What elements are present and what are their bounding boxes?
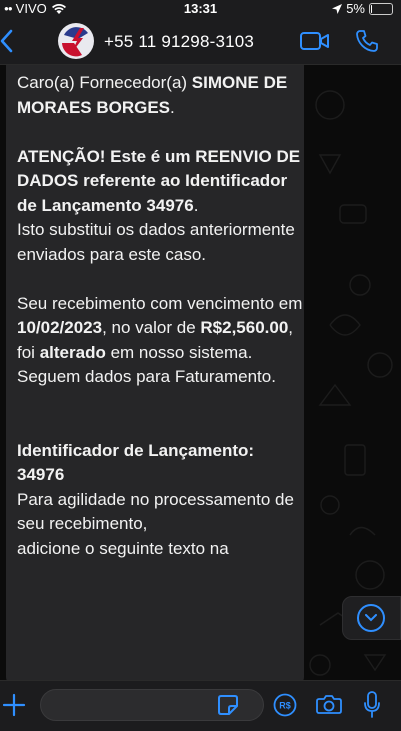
id-paragraph: Identificador de Lançamento: 34976 Para … xyxy=(17,439,304,562)
changed-word: alterado xyxy=(39,342,106,362)
alert-end: . xyxy=(193,195,199,215)
avatar-logo-icon xyxy=(59,24,93,58)
id-value: 34976 xyxy=(17,465,65,484)
composer-bar: R$ xyxy=(0,680,401,731)
greeting-text: Caro(a) Fornecedor(a) xyxy=(17,73,188,92)
avatar[interactable] xyxy=(58,23,94,59)
battery-percent: 5% xyxy=(346,1,365,16)
svg-text:R$: R$ xyxy=(279,701,291,711)
alert-paragraph: ATENÇÃO! Este é um REENVIO DE DADOS refe… xyxy=(17,145,304,268)
microphone-icon[interactable] xyxy=(363,691,381,719)
due-prefix: Seu recebimento com vencimento em xyxy=(17,293,303,313)
back-icon[interactable] xyxy=(0,28,16,54)
agility-text: Para agilidade no processamento de seu r… xyxy=(17,489,294,534)
followup-text: Seguem dados para Faturamento. xyxy=(17,367,276,386)
status-bar: ●● VIVO 13:31 5% xyxy=(0,0,401,18)
message-bubble[interactable]: Caro(a) Fornecedor(a) SIMONE DE MORAES B… xyxy=(6,65,304,680)
chat-area[interactable]: Caro(a) Fornecedor(a) SIMONE DE MORAES B… xyxy=(0,65,401,680)
changed-suffix: em nosso sistema. xyxy=(105,342,253,362)
due-paragraph: Seu recebimento com vencimento em 10/02/… xyxy=(17,292,304,390)
contact-name[interactable]: +55 11 91298-3103 xyxy=(104,32,254,52)
camera-icon[interactable] xyxy=(316,693,342,715)
battery-icon xyxy=(369,2,393,15)
status-right: 5% xyxy=(332,1,393,16)
chat-header: +55 11 91298-3103 xyxy=(0,18,401,65)
plus-icon[interactable] xyxy=(2,693,26,717)
payment-icon[interactable]: R$ xyxy=(273,693,297,717)
sticker-icon[interactable] xyxy=(217,694,239,716)
phone-icon[interactable] xyxy=(355,29,379,53)
alert-text: ATENÇÃO! Este é um REENVIO DE DADOS refe… xyxy=(17,146,301,215)
video-call-icon[interactable] xyxy=(300,31,330,51)
greeting-period: . xyxy=(170,97,175,117)
greeting-paragraph: Caro(a) Fornecedor(a) SIMONE DE MORAES B… xyxy=(17,71,304,120)
scroll-down-button[interactable] xyxy=(342,596,401,640)
add-text: adicione o seguinte texto na xyxy=(17,538,229,558)
amount: R$2,560.00 xyxy=(200,318,289,337)
due-date: 10/02/2023 xyxy=(17,318,103,337)
value-prefix: , no valor de xyxy=(102,318,196,337)
scroll-down-icon xyxy=(357,604,385,632)
id-label: Identificador de Lançamento: xyxy=(17,440,255,460)
location-arrow-icon xyxy=(332,3,343,14)
replace-text: Isto substitui os dados anteriormente en… xyxy=(17,220,295,264)
